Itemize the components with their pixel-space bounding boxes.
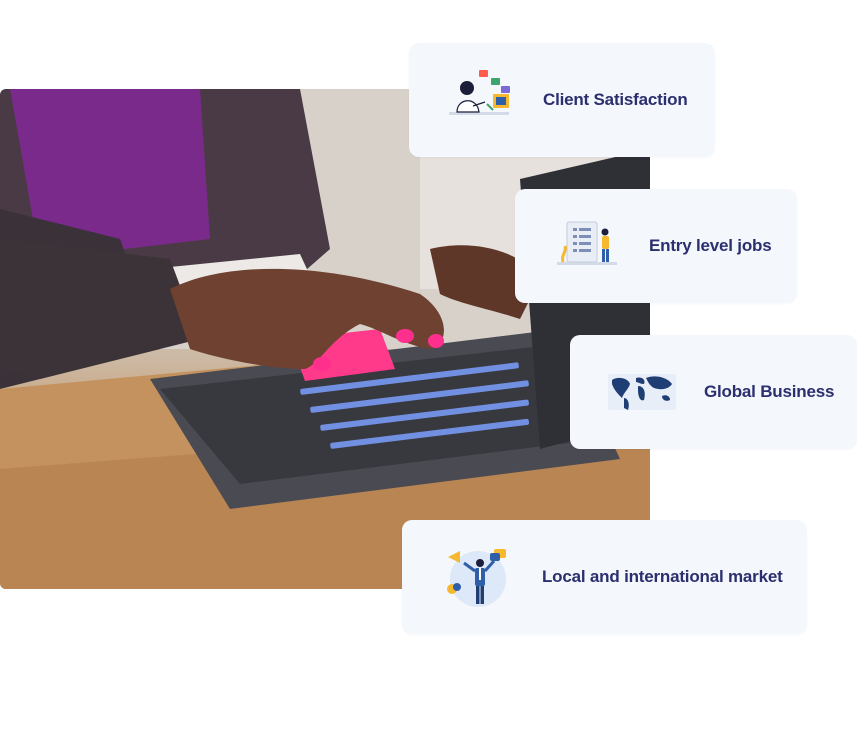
- global-business-card: Global Business: [570, 335, 857, 449]
- feature-label: Client Satisfaction: [543, 90, 688, 109]
- client-satisfaction-illustration: [449, 70, 510, 115]
- feature-label: Local and international market: [542, 567, 783, 586]
- entry-level-jobs-illustration: [557, 221, 617, 265]
- market-businessman-illustration: [447, 549, 506, 607]
- feature-label: Global Business: [704, 382, 835, 401]
- feature-label: Entry level jobs: [649, 236, 772, 255]
- entry-level-jobs-card: Entry level jobs: [515, 189, 797, 303]
- local-international-market-card: Local and international market: [402, 520, 807, 634]
- client-satisfaction-card: Client Satisfaction: [409, 43, 715, 157]
- world-map-illustration: [608, 374, 676, 410]
- laptop-typing-photo: [0, 89, 650, 589]
